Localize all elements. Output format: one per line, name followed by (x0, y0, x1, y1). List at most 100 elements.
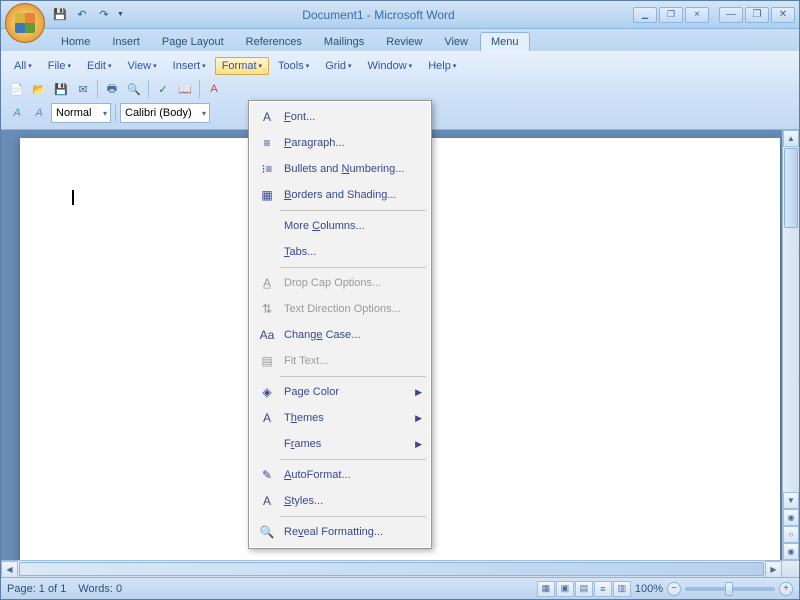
scroll-thumb[interactable] (784, 148, 798, 228)
web-layout-icon[interactable]: ▤ (575, 581, 593, 597)
mail-icon[interactable]: ✉ (73, 79, 93, 99)
redo-icon[interactable]: ↷ (95, 6, 113, 24)
menu-item-label: Themes (284, 412, 324, 424)
tab-page-layout[interactable]: Page Layout (152, 33, 234, 51)
menu-item-drop-cap-options: A̲ Drop Cap Options... (252, 270, 428, 296)
vertical-scrollbar[interactable]: ▲ ▼ ◉ ○ ◉ (782, 130, 799, 560)
menu-item-themes[interactable]: A Themes ▶ (252, 405, 428, 431)
menu-item-frames[interactable]: Frames ▶ (252, 431, 428, 457)
tab-insert[interactable]: Insert (102, 33, 150, 51)
minimize-button[interactable]: — (719, 7, 743, 23)
submenu-arrow-icon: ▶ (415, 413, 422, 424)
tab-menu[interactable]: Menu (480, 32, 530, 51)
toolbar-row-1: 📄 📂 💾 ✉ 🖶 🔍 ✓ 📖 A (7, 77, 793, 101)
research-icon[interactable]: 📖 (175, 79, 195, 99)
restore-button[interactable]: ❐ (745, 7, 769, 23)
zoom-out-button[interactable]: − (667, 582, 681, 596)
menu-item-icon: A̲ (258, 274, 276, 292)
menu-format[interactable]: Format ▾ (215, 57, 269, 75)
outline-icon[interactable]: ≡ (594, 581, 612, 597)
menu-item-more-columns[interactable]: More Columns... (252, 213, 428, 239)
statusbar: Page: 1 of 1 Words: 0 ▦ ▣ ▤ ≡ ▥ 100% − + (1, 577, 799, 599)
separator (115, 104, 116, 122)
tab-view[interactable]: View (434, 33, 478, 51)
doc-close-button[interactable]: × (685, 7, 709, 23)
font-icon[interactable]: A (204, 79, 224, 99)
office-button[interactable] (5, 3, 45, 43)
menu-edit[interactable]: Edit ▾ (80, 57, 118, 75)
tab-review[interactable]: Review (376, 33, 432, 51)
menu-window[interactable]: Window ▾ (361, 57, 420, 75)
draft-icon[interactable]: ▥ (613, 581, 631, 597)
style-combo[interactable]: Normal (51, 103, 111, 123)
menu-item-fit-text: ▤Fit Text... (252, 348, 428, 374)
menu-item-icon: A (258, 409, 276, 427)
menu-item-bullets-and-numbering[interactable]: ⁝≡Bullets and Numbering... (252, 156, 428, 182)
menu-item-change-case[interactable]: AaChange Case... (252, 322, 428, 348)
submenu-arrow-icon: ▶ (415, 439, 422, 450)
menu-item-label: Frames (284, 438, 321, 450)
menu-item-styles[interactable]: A Styles... (252, 488, 428, 514)
qat-dropdown-icon[interactable]: ▼ (117, 11, 124, 18)
styles-icon[interactable]: A (7, 103, 27, 123)
font-combo[interactable]: Calibri (Body) (120, 103, 210, 123)
preview-icon[interactable]: 🔍 (124, 79, 144, 99)
prev-page-icon[interactable]: ◉ (783, 509, 799, 526)
fullscreen-icon[interactable]: ▣ (556, 581, 574, 597)
menu-file[interactable]: File ▾ (41, 57, 78, 75)
menu-separator (280, 516, 426, 517)
zoom-level[interactable]: 100% (635, 583, 663, 595)
menu-tools[interactable]: Tools ▾ (271, 57, 316, 75)
new-icon[interactable]: 📄 (7, 79, 27, 99)
menu-item-paragraph[interactable]: ≡Paragraph... (252, 130, 428, 156)
menu-item-label: Styles... (284, 495, 323, 507)
menu-help[interactable]: Help ▾ (421, 57, 463, 75)
menu-item-label: More Columns... (284, 220, 365, 232)
doc-minimize-button[interactable]: ▁ (633, 7, 657, 23)
save-icon[interactable]: 💾 (51, 6, 69, 24)
menu-item-borders-and-shading[interactable]: ▦Borders and Shading... (252, 182, 428, 208)
save-icon[interactable]: 💾 (51, 79, 71, 99)
menu-item-label: AutoFormat... (284, 469, 351, 481)
scroll-right-icon[interactable]: ▶ (765, 561, 782, 578)
browse-object-icon[interactable]: ○ (783, 526, 799, 543)
zoom-slider-thumb[interactable] (725, 582, 733, 596)
menu-item-tabs[interactable]: Tabs... (252, 239, 428, 265)
scroll-left-icon[interactable]: ◀ (1, 561, 18, 578)
print-icon[interactable]: 🖶 (102, 79, 122, 99)
zoom-in-button[interactable]: + (779, 582, 793, 596)
hscroll-thumb[interactable] (19, 562, 764, 576)
menu-item-label: Drop Cap Options... (284, 277, 381, 289)
page-status[interactable]: Page: 1 of 1 (7, 583, 66, 595)
window-title: Document1 - Microsoft Word (124, 8, 633, 22)
menu-grid[interactable]: Grid ▾ (318, 57, 358, 75)
spellcheck-icon[interactable]: ✓ (153, 79, 173, 99)
zoom-slider[interactable] (685, 587, 775, 591)
doc-restore-button[interactable]: ❐ (659, 7, 683, 23)
menu-item-icon: ⁝≡ (258, 160, 276, 178)
menu-item-icon: A (258, 492, 276, 510)
tab-references[interactable]: References (236, 33, 312, 51)
menu-item-icon: 🔍 (258, 523, 276, 541)
menu-all[interactable]: All ▾ (7, 57, 39, 75)
scroll-up-icon[interactable]: ▲ (783, 130, 799, 147)
menu-item-font[interactable]: AFont... (252, 104, 428, 130)
menu-item-reveal-formatting[interactable]: 🔍Reveal Formatting... (252, 519, 428, 545)
undo-icon[interactable]: ↶ (73, 6, 91, 24)
format-painter-icon[interactable]: A (29, 103, 49, 123)
menu-view[interactable]: View ▾ (120, 57, 163, 75)
horizontal-scrollbar[interactable]: ◀ ▶ (1, 560, 799, 577)
menu-item-page-color[interactable]: ◈Page Color▶ (252, 379, 428, 405)
print-layout-icon[interactable]: ▦ (537, 581, 555, 597)
open-icon[interactable]: 📂 (29, 79, 49, 99)
word-count[interactable]: Words: 0 (78, 583, 122, 595)
menu-item-autoformat[interactable]: ✎AutoFormat... (252, 462, 428, 488)
menu-item-label: Change Case... (284, 329, 360, 341)
tab-home[interactable]: Home (51, 33, 100, 51)
next-page-icon[interactable]: ◉ (783, 543, 799, 560)
menu-insert[interactable]: Insert ▾ (166, 57, 213, 75)
close-button[interactable]: ✕ (771, 7, 795, 23)
tab-mailings[interactable]: Mailings (314, 33, 374, 51)
font-value: Calibri (Body) (125, 107, 192, 119)
scroll-down-icon[interactable]: ▼ (783, 492, 799, 509)
